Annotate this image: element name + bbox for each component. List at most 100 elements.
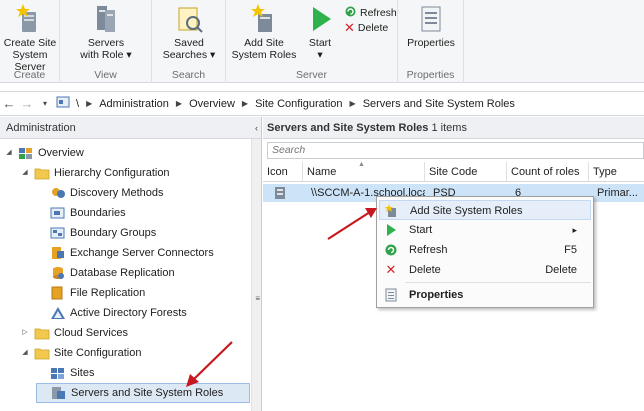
refresh-button[interactable]: Refresh [344,5,397,21]
tree-item-overview[interactable]: ◢ Overview [4,143,84,163]
ribbon-group-view: Servers with Role ▾ View [60,0,152,83]
properties-label: Properties [407,37,455,49]
properties-button[interactable]: Properties [402,4,460,49]
column-header-icon[interactable]: Icon [263,162,303,182]
column-header-name-label: Name [307,166,337,178]
group-label-server: Server [296,69,327,81]
delete-button[interactable]: ✕ Delete [344,21,389,34]
ribbon-group-server: Add Site System Roles Start ▾ Refresh ✕ D… [226,0,398,83]
breadcrumb-root[interactable]: \ [72,98,83,110]
tree-item-file-replication[interactable]: File Replication [36,283,145,303]
start-label: Start [308,37,332,49]
saved-searches-button[interactable]: Saved Searches ▾ [156,4,222,61]
tree-item-label: Boundary Groups [70,227,157,239]
properties-icon [416,4,446,34]
breadcrumb-servers-and-roles[interactable]: Servers and Site System Roles [359,98,519,110]
navigation-pane: Administration ◢ Overview ◢ Hierarchy Confi… [0,117,262,411]
breadcrumb-site-configuration[interactable]: Site Configuration [251,98,346,110]
menu-item-refresh[interactable]: Refresh F5 [379,240,591,260]
menu-item-delete[interactable]: ✕ Delete Delete [379,260,591,280]
server-star-icon [15,4,45,34]
refresh-icon [344,5,357,21]
tree-item-label: Hierarchy Configuration [54,167,170,179]
folder-icon [34,346,50,360]
menu-item-label: Add Site System Roles [410,205,523,217]
tree-item-exchange-server-connectors[interactable]: Exchange Server Connectors [36,243,214,263]
tree-item-label: Overview [38,147,84,159]
boundaries-icon [50,206,66,220]
tree-item-discovery-methods[interactable]: Discovery Methods [36,183,164,203]
create-site-system-server-label: Create Site System Server [3,37,57,73]
tree-item-label: Servers and Site System Roles [71,387,224,399]
tree-item-sites[interactable]: Sites [36,363,94,383]
tree-item-hierarchy-configuration[interactable]: ◢ Hierarchy Configuration [20,163,170,183]
breadcrumb-overview[interactable]: Overview [185,98,239,110]
start-play-icon [305,4,335,34]
navigation-pane-header: Administration [0,117,261,139]
refresh-icon [384,243,398,257]
folder-icon [34,326,50,340]
column-header-name[interactable]: Name ▲ [303,161,425,182]
menu-item-start[interactable]: Start ▸ [379,220,591,240]
expand-toggle-icon[interactable]: ◢ [20,163,30,183]
boundary-groups-icon [50,226,66,240]
tree-item-label: Boundaries [70,207,126,219]
exchange-icon [50,246,66,260]
group-label-create: Create [13,69,46,81]
menu-item-properties[interactable]: Properties [379,285,591,305]
history-dropdown-icon[interactable]: ▾ [36,99,54,108]
breadcrumb-administration[interactable]: Administration [95,98,173,110]
column-header-site-code[interactable]: Site Code [425,162,507,182]
details-title: Servers and Site System Roles [267,122,429,134]
tree-item-label: Cloud Services [54,327,128,339]
tree-item-label: Site Configuration [54,347,142,359]
refresh-label: Refresh [360,7,397,19]
dropdown-caret-icon: ▾ [123,49,132,61]
tree-item-boundaries[interactable]: Boundaries [36,203,126,223]
menu-item-add-site-system-roles[interactable]: Add Site System Roles [379,200,591,220]
context-menu: Add Site System Roles Start ▸ Refresh F5… [376,196,594,308]
delete-label: Delete [357,22,389,34]
create-site-system-server-button[interactable]: Create Site System Server [2,4,58,73]
breadcrumb-separator-icon: ▶ [175,99,183,108]
expand-toggle-icon[interactable]: ◢ [20,343,30,363]
ribbon-group-create: Create Site System Server Create [0,0,60,83]
pane-splitter-icon[interactable]: ≡ [255,294,260,303]
tree-item-boundary-groups[interactable]: Boundary Groups [36,223,156,243]
tree-item-database-replication[interactable]: Database Replication [36,263,175,283]
start-button[interactable]: Start ▾ [302,4,338,61]
tree-item-label: Active Directory Forests [70,307,187,319]
tree-item-label: Sites [70,367,95,379]
console-icon [54,96,72,111]
server-roles-icon [51,386,67,400]
add-site-system-roles-button[interactable]: Add Site System Roles [230,4,298,61]
menu-item-label: Delete [409,264,441,276]
properties-icon [384,288,398,302]
collapse-pane-icon[interactable]: ‹ [255,117,258,139]
navigation-scrollbar[interactable] [251,139,261,411]
back-arrow-icon[interactable]: ← [0,96,18,111]
details-count: 1 items [431,122,467,134]
ribbon-group-properties: Properties Properties [398,0,464,83]
ad-forest-icon [50,306,66,320]
tree-item-site-configuration[interactable]: ◢ Site Configuration [20,343,141,363]
menu-item-label: Start [409,224,433,236]
column-header-type[interactable]: Type [589,162,644,182]
tree-item-servers-and-site-system-roles[interactable]: Servers and Site System Roles [36,383,250,403]
servers-with-role-button[interactable]: Servers with Role ▾ [64,4,148,61]
submenu-arrow-icon: ▸ [572,225,577,235]
sort-caret-icon: ▲ [358,161,365,168]
expand-toggle-icon[interactable]: ▷ [20,323,30,343]
saved-searches-label: Saved Searches [162,37,208,61]
menu-separator [405,282,591,283]
ribbon: Create Site System Server Create Servers… [0,0,644,83]
search-input[interactable]: Search [267,142,644,159]
tree-item-active-directory-forests[interactable]: Active Directory Forests [36,303,187,323]
forward-arrow-icon[interactable]: → [18,96,36,111]
tree-item-label: Discovery Methods [70,187,164,199]
tree-item-cloud-services[interactable]: ▷ Cloud Services [20,323,128,343]
breadcrumb-separator-icon: ▶ [349,99,356,108]
expand-toggle-icon[interactable]: ◢ [4,143,14,163]
servers-with-role-label: Servers with Role [80,37,125,61]
column-header-count-of-roles[interactable]: Count of roles [507,162,589,182]
